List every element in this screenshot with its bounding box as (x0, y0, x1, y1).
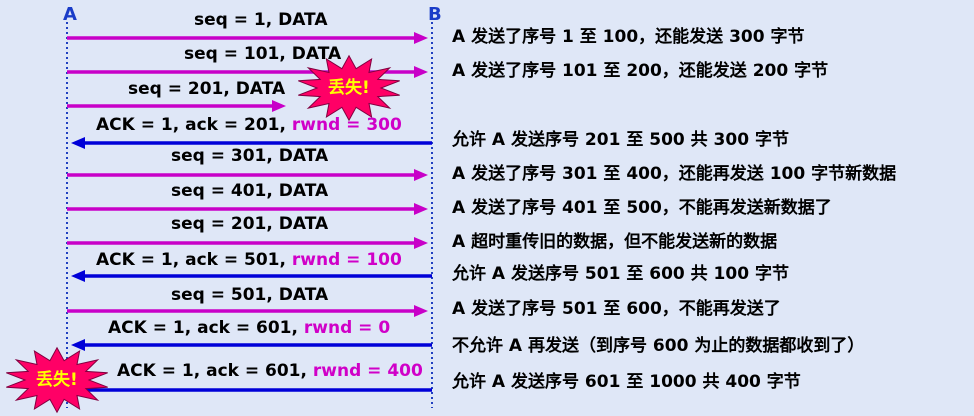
step-description: 允许 A 发送序号 601 至 1000 共 400 字节 (452, 372, 801, 392)
step-description: A 发送了序号 101 至 200，还能发送 200 字节 (452, 61, 829, 81)
lost-label: 丢失! (328, 78, 370, 98)
segment-fields: ACK = 1, ack = 601, (108, 318, 304, 338)
data-segment-label: seq = 1, DATA (194, 10, 328, 30)
segment-fields: seq = 101, DATA (184, 44, 342, 64)
rwnd-value: rwnd = 0 (303, 318, 391, 338)
segment-fields: ACK = 1, ack = 601, (117, 361, 313, 381)
message-arrowhead (414, 305, 428, 317)
segment-fields: seq = 201, DATA (171, 214, 329, 234)
data-segment-label: seq = 401, DATA (171, 181, 328, 201)
data-segment-label: seq = 101, DATA (184, 44, 341, 64)
step-description: A 发送了序号 401 至 500，不能再发送新数据了 (452, 198, 832, 218)
step-description: 不允许 A 再发送（到序号 600 为止的数据都收到了） (452, 336, 865, 356)
message-arrowhead (272, 100, 286, 112)
ack-segment-label: ACK = 1, ack = 501, rwnd = 100 (96, 250, 402, 270)
data-segment-label: seq = 201, DATA (171, 214, 328, 234)
segment-fields: seq = 401, DATA (171, 181, 329, 201)
message-arrowhead (71, 270, 85, 282)
step-description: A 超时重传旧的数据，但不能发送新的数据 (452, 232, 778, 252)
ack-segment-label: ACK = 1, ack = 601, rwnd = 0 (108, 318, 390, 338)
step-description: A 发送了序号 301 至 400，还能再发送 100 字节新数据 (452, 164, 897, 184)
segment-fields: ACK = 1, ack = 201, (96, 115, 292, 135)
segment-fields: ACK = 1, ack = 501, (96, 250, 292, 270)
step-description: 允许 A 发送序号 501 至 600 共 100 字节 (452, 264, 789, 284)
ack-segment-label: ACK = 1, ack = 601, rwnd = 400 (117, 361, 423, 381)
ack-segment-label: ACK = 1, ack = 201, rwnd = 300 (96, 115, 402, 135)
message-arrowhead (414, 237, 428, 249)
message-arrowhead (414, 66, 428, 78)
step-description: 允许 A 发送序号 201 至 500 共 300 字节 (452, 130, 789, 150)
message-arrowhead (414, 32, 428, 44)
segment-fields: seq = 501, DATA (171, 285, 329, 305)
segment-fields: seq = 1, DATA (194, 10, 328, 30)
lost-label: 丢失! (36, 370, 78, 390)
step-description: A 发送了序号 1 至 100，还能发送 300 字节 (452, 27, 805, 47)
rwnd-value: rwnd = 400 (312, 361, 423, 381)
flow-diagram: A B seq = 1, DATA A 发送了序号 1 至 100，还能发送 30… (0, 0, 974, 416)
message-arrowhead (414, 203, 428, 215)
host-a-label: A (63, 4, 77, 25)
rwnd-value: rwnd = 300 (291, 115, 402, 135)
data-segment-label: seq = 301, DATA (171, 146, 328, 166)
message-arrowhead (414, 169, 428, 181)
data-segment-label: seq = 201, DATA (128, 79, 285, 99)
message-arrowhead (71, 339, 85, 351)
data-segment-label: seq = 501, DATA (171, 285, 328, 305)
message-arrowhead (71, 137, 85, 149)
rwnd-value: rwnd = 100 (291, 250, 402, 270)
step-description: A 发送了序号 501 至 600，不能再发送了 (452, 299, 781, 319)
host-b-label: B (428, 4, 442, 25)
segment-fields: seq = 201, DATA (128, 79, 286, 99)
segment-fields: seq = 301, DATA (171, 146, 329, 166)
